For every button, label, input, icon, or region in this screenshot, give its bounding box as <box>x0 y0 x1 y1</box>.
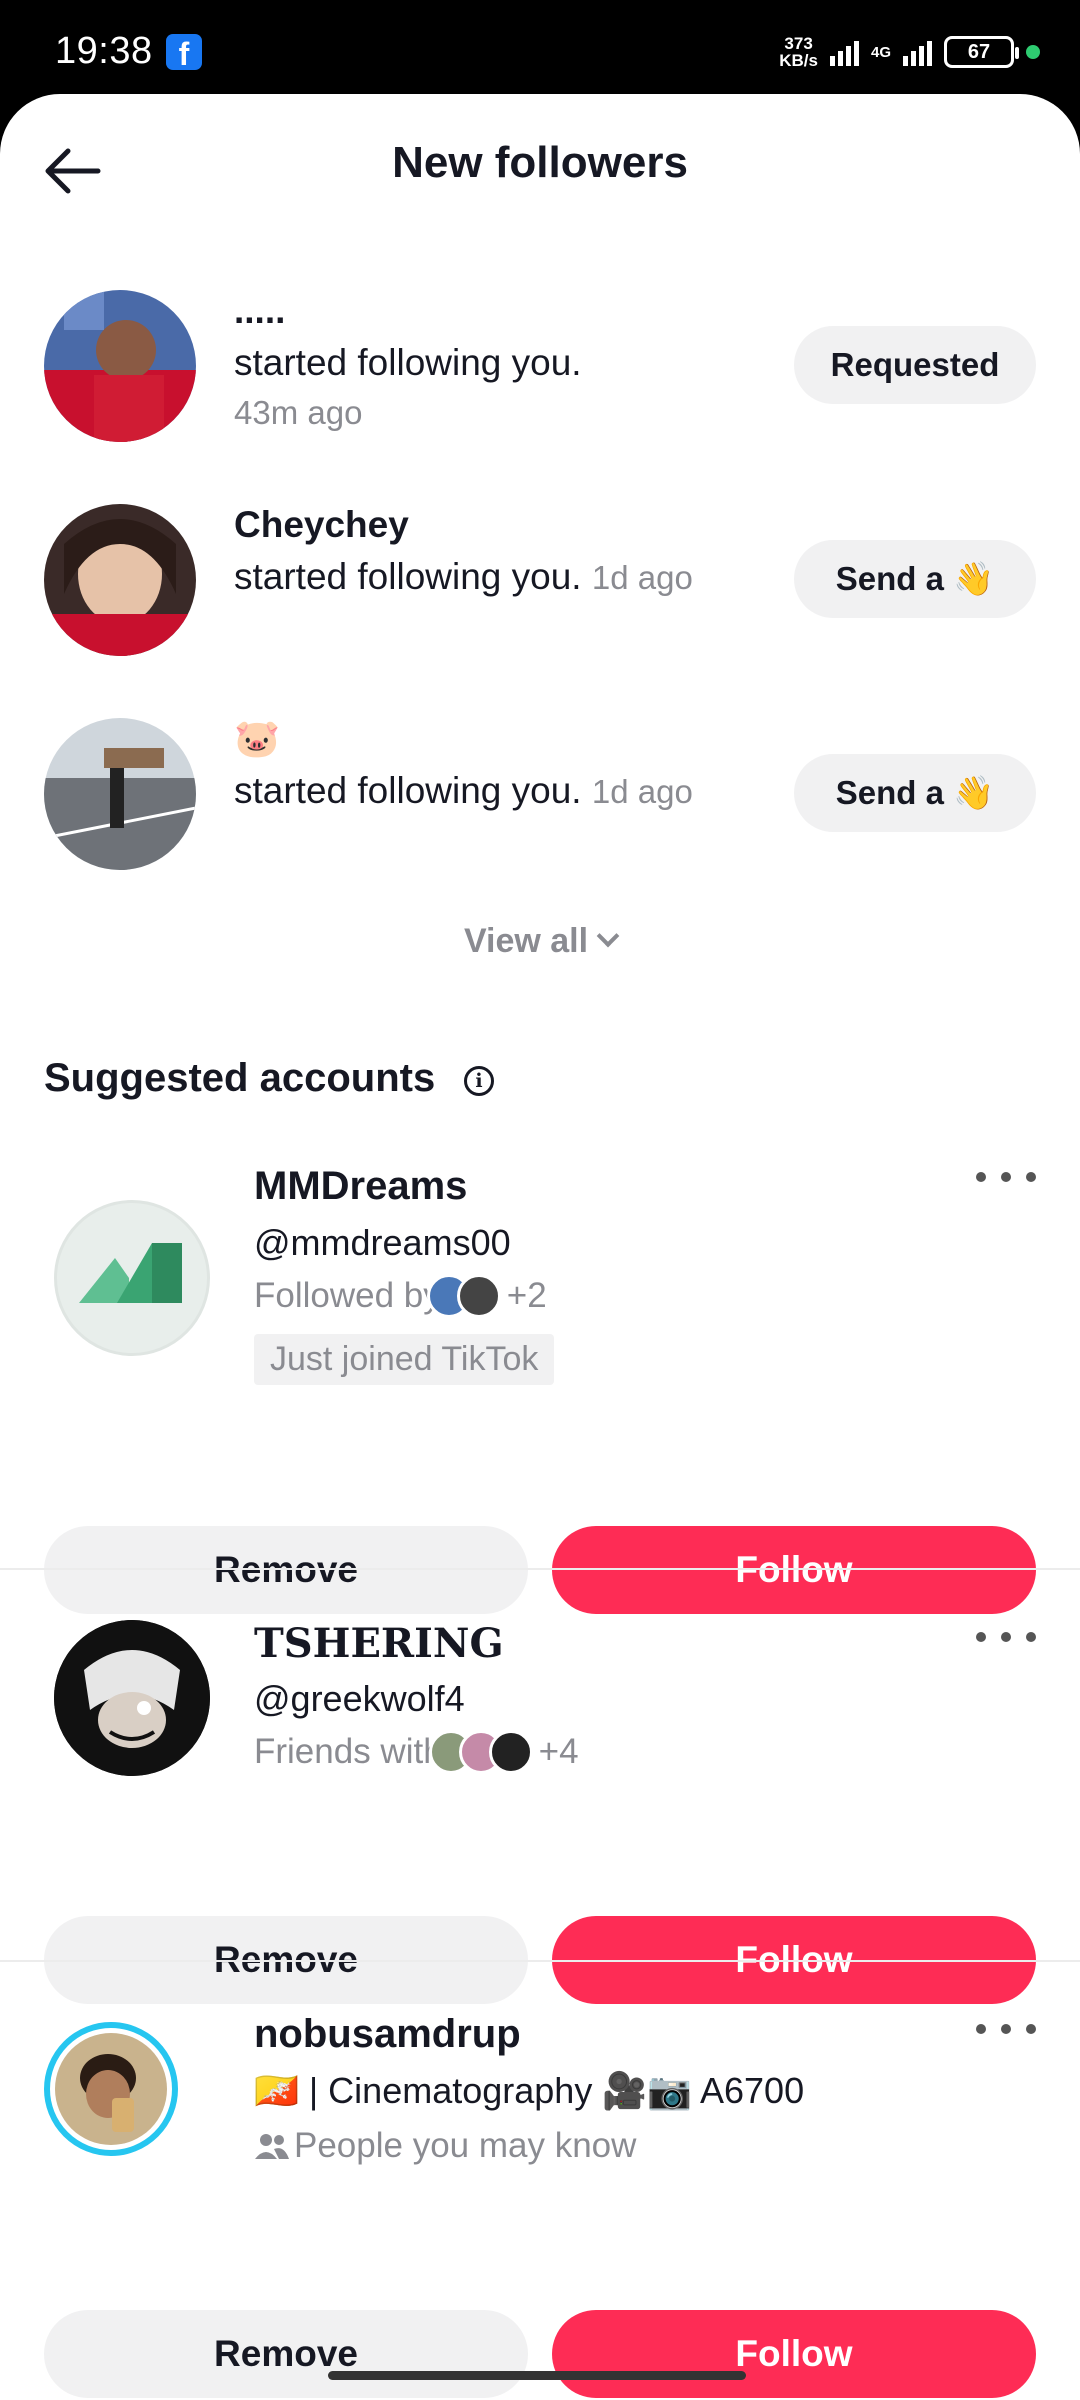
remove-button[interactable]: Remove <box>44 1526 528 1614</box>
home-indicator[interactable] <box>328 2371 746 2380</box>
status-time: 19:38 <box>55 30 153 72</box>
follower-row[interactable]: Cheychey started following you. 1d ago S… <box>0 504 1080 718</box>
friends-with: Friends with +4 <box>254 1730 579 1774</box>
mutual-count: +4 <box>538 1732 579 1771</box>
follower-row[interactable]: 🐷 started following you. 1d ago Send a 👋 <box>0 718 1080 932</box>
avatar[interactable] <box>54 1200 210 1356</box>
divider <box>0 1568 1080 1570</box>
follower-row[interactable]: ..... started following you. 43m ago Req… <box>0 290 1080 504</box>
status-indicators: 373 KB/s 4G 67 <box>779 30 1040 74</box>
speed-unit: KB/s <box>779 51 818 70</box>
follower-time: 1d ago <box>591 559 693 596</box>
send-wave-button[interactable]: Send a 👋 <box>794 754 1036 832</box>
view-all-link[interactable]: View all <box>0 922 1080 961</box>
network-type: 4G <box>870 43 891 61</box>
follower-time: 1d ago <box>591 773 693 810</box>
avatar[interactable] <box>44 718 196 870</box>
page-title: New followers <box>392 138 688 187</box>
account-name[interactable]: nobusamdrup <box>254 2012 521 2057</box>
meta-label: Followed by <box>254 1276 441 1315</box>
view-all-label: View all <box>463 922 589 960</box>
divider <box>0 1960 1080 1962</box>
send-wave-button[interactable]: Send a 👋 <box>794 540 1036 618</box>
section-title: Suggested accounts <box>44 1056 436 1100</box>
people-you-may-know: People you may know <box>254 2126 636 2166</box>
meta-label: People you may know <box>294 2126 637 2165</box>
header: New followers <box>0 94 1080 234</box>
mutual-avatar <box>456 1274 501 1318</box>
main-sheet: New followers ..... started following yo… <box>0 94 1080 2400</box>
speed-value: 373 <box>784 34 813 53</box>
follower-action: started following you. 1d ago <box>234 556 693 598</box>
network-speed: 373 KB/s <box>779 35 818 69</box>
account-bio: 🇧🇹 | Cinematography 🎥📷 A6700 <box>254 2070 805 2111</box>
avatar[interactable] <box>44 290 196 442</box>
account-name[interactable]: MMDreams <box>254 1164 467 1209</box>
account-handle: @greekwolf4 <box>254 1678 465 1719</box>
follower-action: started following you. <box>234 342 582 383</box>
status-bar: 19:38 f 373 KB/s 4G 67 <box>0 0 1080 100</box>
more-options-icon[interactable] <box>976 1162 1036 1192</box>
avatar[interactable] <box>44 2022 178 2156</box>
signal-icon-2 <box>903 38 932 66</box>
followed-by: Followed by +2 <box>254 1274 547 1318</box>
battery-icon: 67 <box>944 36 1019 68</box>
status-badge: Just joined TikTok <box>254 1334 555 1385</box>
follower-action-text: started following you. <box>234 556 582 597</box>
mutual-count: +2 <box>506 1276 547 1315</box>
account-handle: @mmdreams00 <box>254 1222 511 1263</box>
suggested-account-card: MMDreams @mmdreams00 Followed by +2 Just… <box>0 1162 1080 1614</box>
facebook-notification-icon: f <box>166 34 202 72</box>
people-icon <box>255 2134 289 2159</box>
avatar[interactable] <box>44 504 196 656</box>
follower-name[interactable]: 🐷 <box>234 718 280 761</box>
signal-icon <box>829 38 859 66</box>
follow-button[interactable]: Follow <box>552 1526 1036 1614</box>
avatar[interactable] <box>54 1620 210 1776</box>
follower-name[interactable]: ..... <box>234 290 285 332</box>
suggested-account-card: nobusamdrup 🇧🇹 | Cinematography 🎥📷 A6700… <box>0 2012 1080 2398</box>
account-name[interactable]: TSHERING <box>254 1620 504 1667</box>
follower-action: started following you. 1d ago <box>234 770 693 812</box>
privacy-dot-icon <box>1026 45 1040 59</box>
chevron-down-icon <box>596 924 620 948</box>
more-options-icon[interactable] <box>976 2014 1036 2044</box>
requested-button[interactable]: Requested <box>794 326 1036 404</box>
info-icon[interactable]: i <box>464 1066 494 1096</box>
follower-name[interactable]: Cheychey <box>234 504 409 546</box>
suggested-account-card: TSHERING @greekwolf4 Friends with +4 Rem… <box>0 1620 1080 2004</box>
mutual-avatar <box>488 1730 533 1774</box>
follow-button[interactable]: Follow <box>552 2310 1036 2398</box>
meta-label: Friends with <box>254 1732 443 1771</box>
remove-button[interactable]: Remove <box>44 2310 528 2398</box>
follower-time: 43m ago <box>234 394 363 431</box>
more-options-icon[interactable] <box>976 1622 1036 1652</box>
follower-action-text: started following you. <box>234 770 582 811</box>
